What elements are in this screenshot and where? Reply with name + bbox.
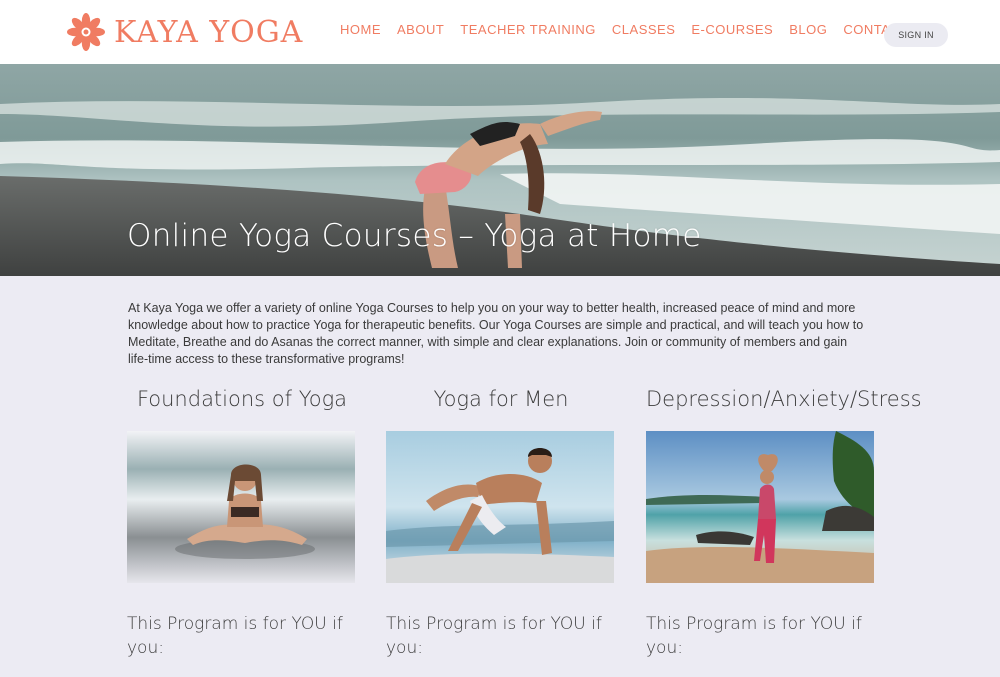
hero-banner: Online Yoga Courses – Yoga at Home (0, 64, 1000, 276)
nav-teacher-training[interactable]: TEACHER TRAINING (460, 22, 596, 37)
course-for-label: This Program is for YOU if you: (646, 614, 862, 658)
nav-classes[interactable]: CLASSES (612, 22, 675, 37)
nav-home[interactable]: HOME (340, 22, 381, 37)
course-card-depression-anxiety-stress: Depression/Anxiety/Stress This Program i… (646, 382, 922, 658)
sign-in-button[interactable]: SIGN IN (884, 23, 948, 47)
course-image-yoga-for-men[interactable] (386, 431, 614, 583)
site-logo[interactable]: KAYA YOGA (66, 12, 303, 52)
lotus-icon (67, 13, 105, 51)
intro-paragraph: At Kaya Yoga we offer a variety of onlin… (128, 301, 864, 366)
nav-blog[interactable]: BLOG (789, 22, 827, 37)
hero-title: Online Yoga Courses – Yoga at Home (127, 218, 702, 254)
course-photo (646, 431, 874, 583)
course-title[interactable]: Depression/Anxiety/Stress (646, 382, 922, 416)
course-title[interactable]: Yoga for Men (386, 382, 616, 416)
site-header: KAYA YOGA HOME ABOUT TEACHER TRAINING CL… (0, 0, 1000, 64)
course-title[interactable]: Foundations of Yoga (127, 382, 357, 416)
nav-about[interactable]: ABOUT (397, 22, 444, 37)
course-photo (386, 431, 614, 583)
course-card-yoga-for-men: Yoga for Men This Program is for YOU if … (386, 382, 616, 658)
course-image-foundations[interactable] (127, 431, 355, 583)
course-for-label: This Program is for YOU if you: (386, 614, 602, 658)
course-photo (127, 431, 355, 583)
course-for-label: This Program is for YOU if you: (127, 614, 343, 658)
brand-name: KAYA YOGA (114, 14, 304, 50)
main-nav: HOME ABOUT TEACHER TRAINING CLASSES E-CO… (340, 22, 925, 37)
course-card-foundations: Foundations of Yoga This Program is for … (127, 382, 357, 658)
course-image-depression-anxiety-stress[interactable] (646, 431, 874, 583)
nav-e-courses[interactable]: E-COURSES (691, 22, 773, 37)
